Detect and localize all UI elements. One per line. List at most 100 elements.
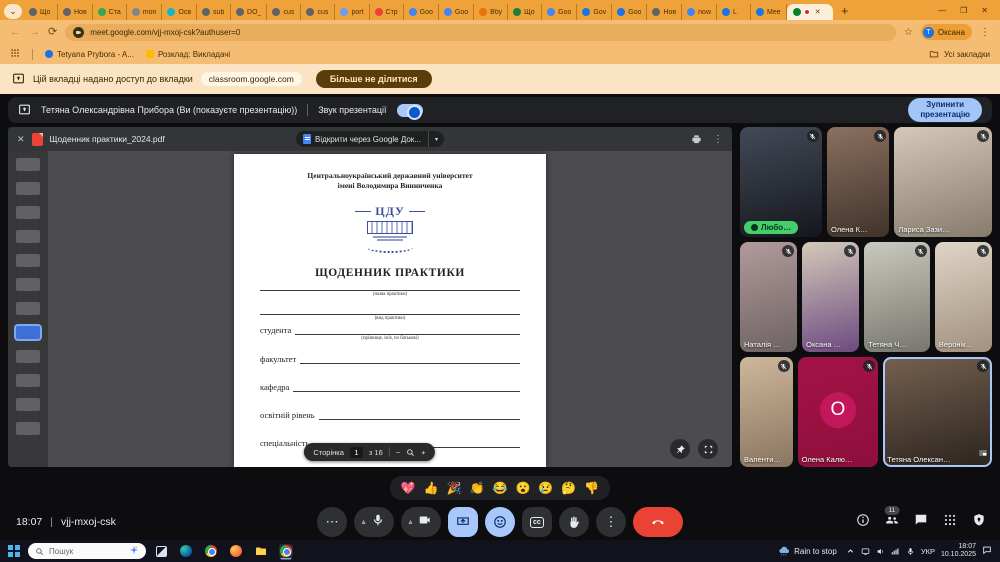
stop-presentation-button[interactable]: Зупинити презентацію: [908, 98, 982, 122]
participant-tile[interactable]: ООлена Калю…: [798, 357, 879, 467]
pdf-thumbnail[interactable]: [16, 254, 40, 267]
browser-tab[interactable]: Ста: [93, 4, 127, 20]
all-bookmarks-button[interactable]: Усі закладки: [929, 49, 990, 59]
browser-tab[interactable]: cus: [267, 4, 301, 20]
pdf-thumbnail-rail[interactable]: [8, 151, 48, 467]
maximize-button[interactable]: ❐: [960, 6, 967, 15]
task-view-taskbar-icon[interactable]: [154, 544, 168, 558]
chrome-taskbar-icon[interactable]: [204, 544, 218, 558]
open-with-dropdown-icon[interactable]: ▾: [428, 131, 444, 147]
browser-tab[interactable]: Goo: [404, 4, 439, 20]
print-icon[interactable]: [691, 134, 702, 145]
chat-button[interactable]: [914, 513, 928, 532]
tray-chevron-icon[interactable]: [846, 547, 855, 556]
browser-tab[interactable]: Осв: [162, 4, 197, 20]
participant-tile[interactable]: Тетяна Ч…: [864, 242, 930, 352]
browser-tab[interactable]: cus: [301, 4, 335, 20]
pdf-menu-icon[interactable]: ⋮: [713, 134, 723, 145]
reaction-emoji-button[interactable]: 😂: [493, 482, 508, 494]
browser-tab[interactable]: Goo: [439, 4, 474, 20]
mic-tray-icon[interactable]: [906, 547, 915, 556]
forward-icon[interactable]: →: [29, 27, 40, 38]
stop-sharing-button[interactable]: Більше не ділитися: [316, 70, 432, 88]
taskbar-clock[interactable]: 18:07 10.10.2025: [941, 543, 976, 560]
close-button[interactable]: ✕: [981, 6, 988, 15]
browser-tab-active[interactable]: ✕: [787, 4, 833, 20]
apps-grid-icon[interactable]: [10, 48, 20, 60]
browser-tab[interactable]: Нов: [647, 4, 682, 20]
presentation-audio-toggle[interactable]: [397, 104, 423, 117]
pdf-thumbnail[interactable]: [16, 374, 40, 387]
browser-tab[interactable]: Що: [24, 4, 58, 20]
pdf-thumbnail[interactable]: [16, 422, 40, 435]
reactions-button[interactable]: [485, 507, 515, 537]
chevron-icon[interactable]: ▲: [360, 519, 367, 526]
picture-in-picture-icon[interactable]: [978, 445, 988, 463]
chrome-taskbar-icon[interactable]: [279, 544, 293, 558]
tab-close-icon[interactable]: ✕: [815, 8, 821, 16]
unpin-icon[interactable]: [670, 439, 690, 459]
camera-button[interactable]: ▲: [401, 507, 441, 537]
open-with-button[interactable]: Відкрити через Google Док... ▾: [296, 131, 444, 147]
pdf-close-icon[interactable]: ✕: [17, 134, 25, 145]
back-icon[interactable]: ←: [10, 27, 21, 38]
notification-center-icon[interactable]: [982, 542, 992, 560]
participant-tile[interactable]: Олена К…: [827, 127, 889, 237]
bookmark-star-icon[interactable]: ☆: [904, 27, 913, 38]
browser-tab[interactable]: Нов: [58, 4, 93, 20]
reload-icon[interactable]: ⟳: [48, 27, 57, 38]
browser-tab[interactable]: Що: [508, 4, 542, 20]
pdf-thumbnail[interactable]: [16, 206, 40, 219]
participant-tile[interactable]: Тетяна Олексан…: [883, 357, 992, 467]
tab-search-button[interactable]: ⌄: [4, 4, 22, 19]
reaction-emoji-button[interactable]: 👍: [424, 482, 439, 494]
meeting-details-button[interactable]: [856, 513, 870, 532]
pdf-thumbnail[interactable]: [16, 230, 40, 243]
reaction-emoji-button[interactable]: 👎: [584, 482, 599, 494]
pdf-thumbnail[interactable]: [16, 302, 40, 315]
page-number-input[interactable]: 1: [350, 447, 363, 458]
host-controls-button[interactable]: [972, 513, 986, 532]
zoom-out-icon[interactable]: −: [396, 448, 400, 457]
zoom-in-icon[interactable]: +: [421, 448, 425, 457]
browser-tab[interactable]: DO_: [231, 4, 267, 20]
participants-button[interactable]: 11: [885, 513, 899, 532]
reaction-emoji-button[interactable]: 🤔: [561, 482, 576, 494]
pdf-thumbnail[interactable]: [16, 182, 40, 195]
reaction-emoji-button[interactable]: 🎉: [447, 482, 462, 494]
raise-hand-button[interactable]: [559, 507, 589, 537]
new-tab-button[interactable]: +: [837, 3, 853, 19]
browser-tab[interactable]: Goo: [542, 4, 577, 20]
bookmark-item[interactable]: Tetyana Prybora - A...: [45, 50, 134, 59]
browser-tab[interactable]: L: [717, 4, 751, 20]
mic-button[interactable]: ▲: [354, 507, 394, 537]
reaction-emoji-button[interactable]: 💖: [401, 482, 416, 494]
participant-tile[interactable]: Оксана …: [802, 242, 859, 352]
browser-tab[interactable]: Вбу: [474, 4, 508, 20]
reaction-emoji-button[interactable]: 😮: [515, 482, 530, 494]
activities-button[interactable]: [943, 513, 957, 532]
minimize-button[interactable]: —: [938, 6, 946, 15]
browser-tab[interactable]: Goo: [612, 4, 647, 20]
pdf-thumbnail[interactable]: [16, 350, 40, 363]
browser-tab[interactable]: Gov: [577, 4, 612, 20]
participant-tile[interactable]: Веронік…: [935, 242, 992, 352]
browser-tab[interactable]: port: [335, 4, 369, 20]
browser-menu-icon[interactable]: ⋮: [980, 27, 990, 38]
profile-chip[interactable]: T Оксана: [921, 24, 972, 40]
edge-taskbar-icon[interactable]: [179, 544, 193, 558]
browser-tab[interactable]: mon: [127, 4, 163, 20]
end-call-button[interactable]: [633, 507, 683, 537]
participant-tile[interactable]: Лариса Зази…: [894, 127, 992, 237]
explorer-taskbar-icon[interactable]: [254, 544, 268, 558]
taskbar-search[interactable]: Пошук: [28, 543, 146, 559]
address-bar[interactable]: meet.google.com/vjj-mxoj-csk?authuser=0: [65, 24, 896, 41]
browser-tab[interactable]: Мее: [751, 4, 787, 20]
language-indicator[interactable]: УКР: [921, 547, 935, 556]
browser-tab[interactable]: now: [682, 4, 717, 20]
bookmark-item[interactable]: Розклад: Викладачі: [146, 50, 230, 59]
participant-tile[interactable]: Любо…: [740, 127, 822, 237]
pdf-thumbnail[interactable]: [16, 278, 40, 291]
firefox-taskbar-icon[interactable]: [229, 544, 243, 558]
more-options-button[interactable]: ⋮: [596, 507, 626, 537]
